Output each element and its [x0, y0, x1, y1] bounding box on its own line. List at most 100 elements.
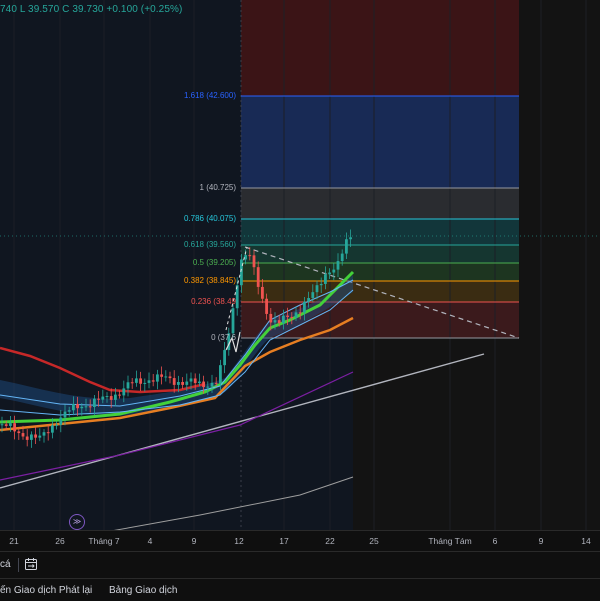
- time-tick: 26: [55, 536, 65, 546]
- candle-body: [114, 394, 117, 400]
- candle-body: [88, 406, 92, 408]
- tab-replay-trading[interactable]: ến Giao dịch Phát lại: [0, 585, 92, 596]
- candle-body: [13, 423, 16, 432]
- candle-body: [177, 381, 180, 385]
- candle-body: [9, 423, 12, 426]
- candle-body: [17, 431, 21, 434]
- candle-body: [51, 425, 54, 433]
- time-tick: 14: [581, 536, 591, 546]
- candle-body: [185, 381, 189, 385]
- candle-body: [277, 320, 281, 324]
- fib-zone-0618: [241, 245, 519, 263]
- candle-body: [34, 434, 37, 438]
- candle-body: [214, 382, 218, 384]
- fib-zone-05: [241, 263, 519, 281]
- time-tick: 22: [325, 536, 335, 546]
- ohlc-legend: 740 L 39.570 C 39.730 +0.100 (+0.25%): [0, 4, 183, 15]
- candle-body: [282, 315, 285, 324]
- candle-body: [118, 394, 121, 396]
- candle-body: [172, 378, 176, 385]
- candle-body: [244, 255, 247, 260]
- candle-body: [84, 406, 88, 408]
- candle-body: [210, 382, 214, 387]
- candle-body: [122, 388, 126, 396]
- candle-body: [55, 424, 58, 426]
- candle-body: [198, 381, 201, 384]
- candle-body: [151, 380, 155, 382]
- candle-body: [294, 312, 298, 318]
- candle-body: [76, 403, 79, 409]
- tab-trading-panel[interactable]: Bảng Giao dịch: [109, 585, 177, 596]
- candle-body: [315, 285, 319, 293]
- candle-body: [80, 406, 84, 409]
- replay-icon[interactable]: ≫: [69, 514, 85, 530]
- time-tick: 9: [191, 536, 197, 546]
- candle-body: [126, 382, 130, 389]
- fib-label-0382: 0.382 (38.845): [183, 276, 236, 285]
- candle-body: [30, 434, 33, 440]
- time-tick: 6: [492, 536, 498, 546]
- candle-body: [168, 376, 172, 379]
- candle-body: [265, 298, 268, 314]
- candle-body: [139, 378, 142, 384]
- candle-body: [202, 381, 205, 388]
- candle-body: [59, 417, 63, 425]
- time-axis[interactable]: 21 26 Tháng 7 4 9 12 17 22 25 Tháng Tám …: [0, 530, 600, 551]
- candle-body: [109, 396, 113, 400]
- time-tick: 21: [9, 536, 19, 546]
- time-tick: 9: [538, 536, 544, 546]
- candle-body: [256, 267, 260, 287]
- chart-toolbar: cá: [0, 551, 600, 578]
- candle-body: [156, 374, 159, 382]
- candle-body: [42, 432, 46, 436]
- candle-body: [63, 411, 67, 418]
- candle-body: [101, 396, 105, 400]
- time-tick: Tháng Tám: [428, 536, 472, 546]
- candle-body: [143, 382, 147, 384]
- toolbar-label[interactable]: cá: [0, 559, 11, 570]
- candle-body: [248, 255, 252, 257]
- candle-body: [25, 436, 29, 440]
- candle-body: [135, 378, 138, 383]
- time-tick: 25: [369, 536, 379, 546]
- candle-body: [345, 239, 348, 254]
- candle-body: [286, 315, 289, 317]
- fib-zone-top: [241, 0, 519, 96]
- time-tick: 17: [279, 536, 289, 546]
- candle-body: [4, 424, 8, 426]
- fib-zone-0382: [241, 281, 519, 302]
- candle-body: [219, 365, 222, 383]
- calendar-range-icon[interactable]: [24, 557, 38, 571]
- candle-body: [0, 424, 4, 426]
- candle-body: [273, 320, 277, 323]
- candle-body: [349, 237, 352, 240]
- price-chart-canvas[interactable]: [0, 0, 600, 530]
- candle-body: [206, 386, 210, 388]
- candle-body: [303, 301, 306, 313]
- time-tick: Tháng 7: [88, 536, 120, 546]
- bottom-panel-tabs: ến Giao dịch Phát lại Bảng Giao dịch: [0, 578, 600, 601]
- candle-body: [311, 292, 315, 299]
- candle-body: [252, 255, 256, 268]
- candle-body: [336, 261, 340, 270]
- candle-body: [307, 298, 310, 302]
- candle-body: [231, 308, 235, 334]
- chart-area[interactable]: 740 L 39.570 C 39.730 +0.100 (+0.25%) 1.…: [0, 0, 600, 530]
- candle-body: [298, 312, 302, 314]
- fib-label-0236: 0.236 (38.49: [191, 297, 236, 306]
- fib-label-05: 0.5 (39.205): [192, 258, 236, 267]
- candle-body: [130, 382, 134, 384]
- candle-body: [269, 313, 273, 323]
- candle-body: [290, 316, 294, 318]
- candle-body: [97, 398, 100, 400]
- candle-body: [147, 380, 151, 383]
- candle-body: [189, 378, 193, 382]
- toolbar-separator: [18, 558, 19, 572]
- candle-body: [105, 396, 109, 398]
- candle-body: [21, 433, 25, 437]
- candle-body: [93, 398, 96, 408]
- candle-body: [332, 269, 336, 273]
- fib-label-1: 1 (40.725): [199, 183, 236, 192]
- candle-body: [72, 403, 75, 411]
- candle-body: [38, 435, 42, 438]
